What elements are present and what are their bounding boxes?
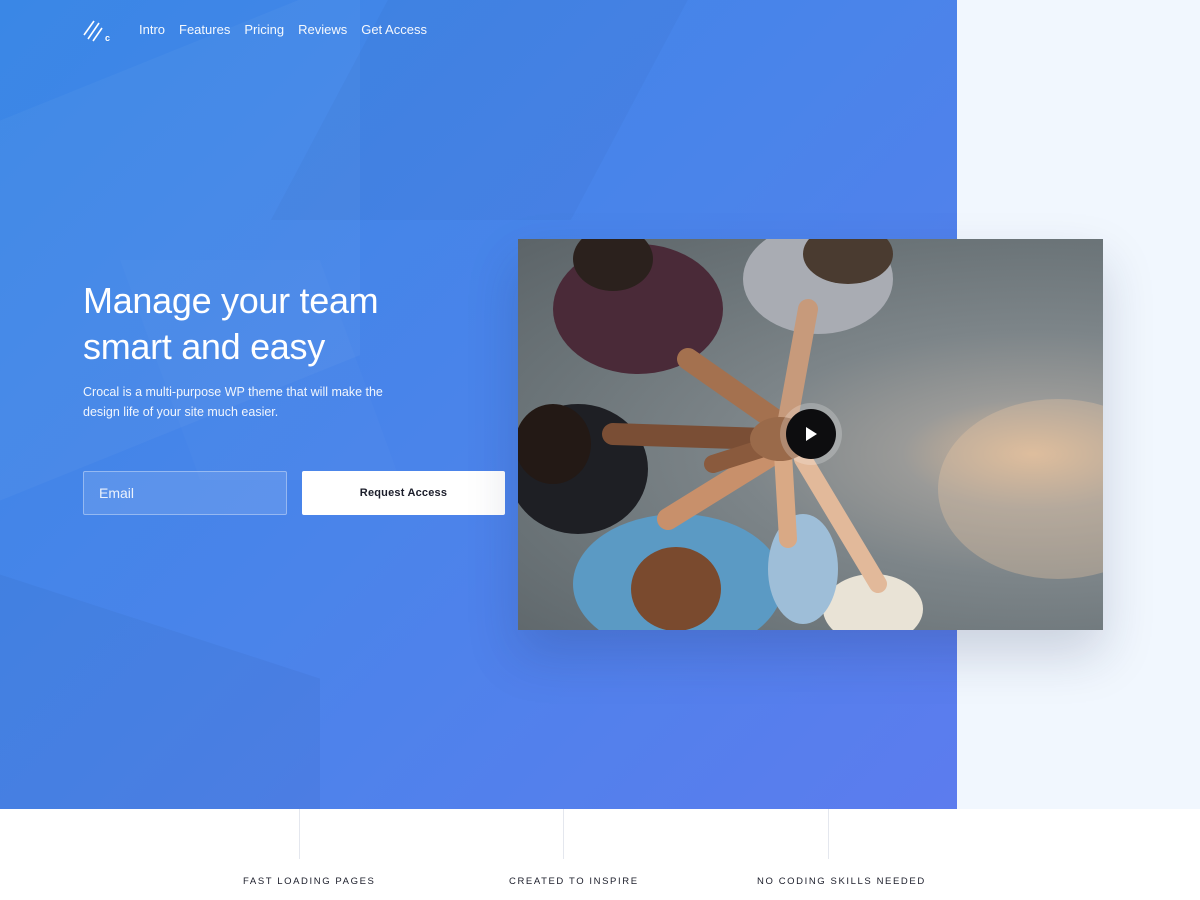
- nav-item-features[interactable]: Features: [179, 22, 230, 38]
- play-button[interactable]: [786, 409, 836, 459]
- email-input[interactable]: [83, 471, 287, 515]
- nav-item-intro[interactable]: Intro: [139, 22, 165, 38]
- nav-item-reviews[interactable]: Reviews: [298, 22, 347, 38]
- feature-divider: [828, 809, 829, 859]
- feature-created-to-inspire: CREATED TO INSPIRE: [509, 876, 639, 887]
- nav-item-pricing[interactable]: Pricing: [244, 22, 284, 38]
- feature-divider: [563, 809, 564, 859]
- background-facet: [0, 562, 320, 809]
- feature-no-coding: NO CODING SKILLS NEEDED: [757, 876, 926, 887]
- play-icon: [806, 427, 817, 441]
- headline-line-1: Manage your team: [83, 280, 379, 321]
- main-nav: Intro Features Pricing Reviews Get Acces…: [139, 22, 427, 38]
- feature-divider: [299, 809, 300, 859]
- hero-description: Crocal is a multi-purpose WP theme that …: [83, 385, 383, 419]
- hero-headline: Manage your team smart and easy: [83, 278, 503, 370]
- request-access-button[interactable]: Request Access: [302, 471, 505, 515]
- nav-item-get-access[interactable]: Get Access: [361, 22, 427, 38]
- headline-line-2: smart and easy: [83, 326, 325, 367]
- crocal-logo-icon[interactable]: c: [83, 19, 113, 43]
- feature-fast-loading: FAST LOADING PAGES: [243, 876, 376, 887]
- logo-letter: c: [105, 33, 110, 43]
